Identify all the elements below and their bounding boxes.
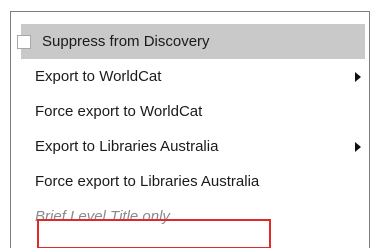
- submenu-arrow-icon: [355, 141, 361, 152]
- menu-item-suppress-from-discovery[interactable]: Suppress from Discovery: [17, 24, 365, 59]
- menu-item-label: Force export to Libraries Australia: [35, 173, 260, 190]
- menu-item-label: Suppress from Discovery: [42, 33, 210, 50]
- menu-item-label: Export to Libraries Australia: [35, 138, 219, 155]
- menu-item-force-export-to-worldcat[interactable]: Force export to WorldCat: [21, 94, 365, 129]
- context-menu: Suppress from Discovery Export to WorldC…: [10, 11, 370, 248]
- menu-item-force-export-to-libraries-australia[interactable]: Force export to Libraries Australia: [21, 164, 365, 199]
- menu-item-export-to-libraries-australia[interactable]: Export to Libraries Australia: [21, 129, 365, 164]
- menu-item-label: Brief Level Title only: [35, 208, 170, 225]
- menu-item-label: Force export to WorldCat: [35, 103, 203, 120]
- submenu-arrow-icon: [355, 71, 361, 82]
- menu-item-brief-level-title-only: Brief Level Title only: [21, 199, 365, 234]
- checkbox-icon[interactable]: [17, 35, 31, 49]
- menu-item-export-to-worldcat[interactable]: Export to WorldCat: [21, 59, 365, 94]
- screenshot-stage: Suppress from Discovery Export to WorldC…: [0, 0, 380, 248]
- menu-item-label: Export to WorldCat: [35, 68, 162, 85]
